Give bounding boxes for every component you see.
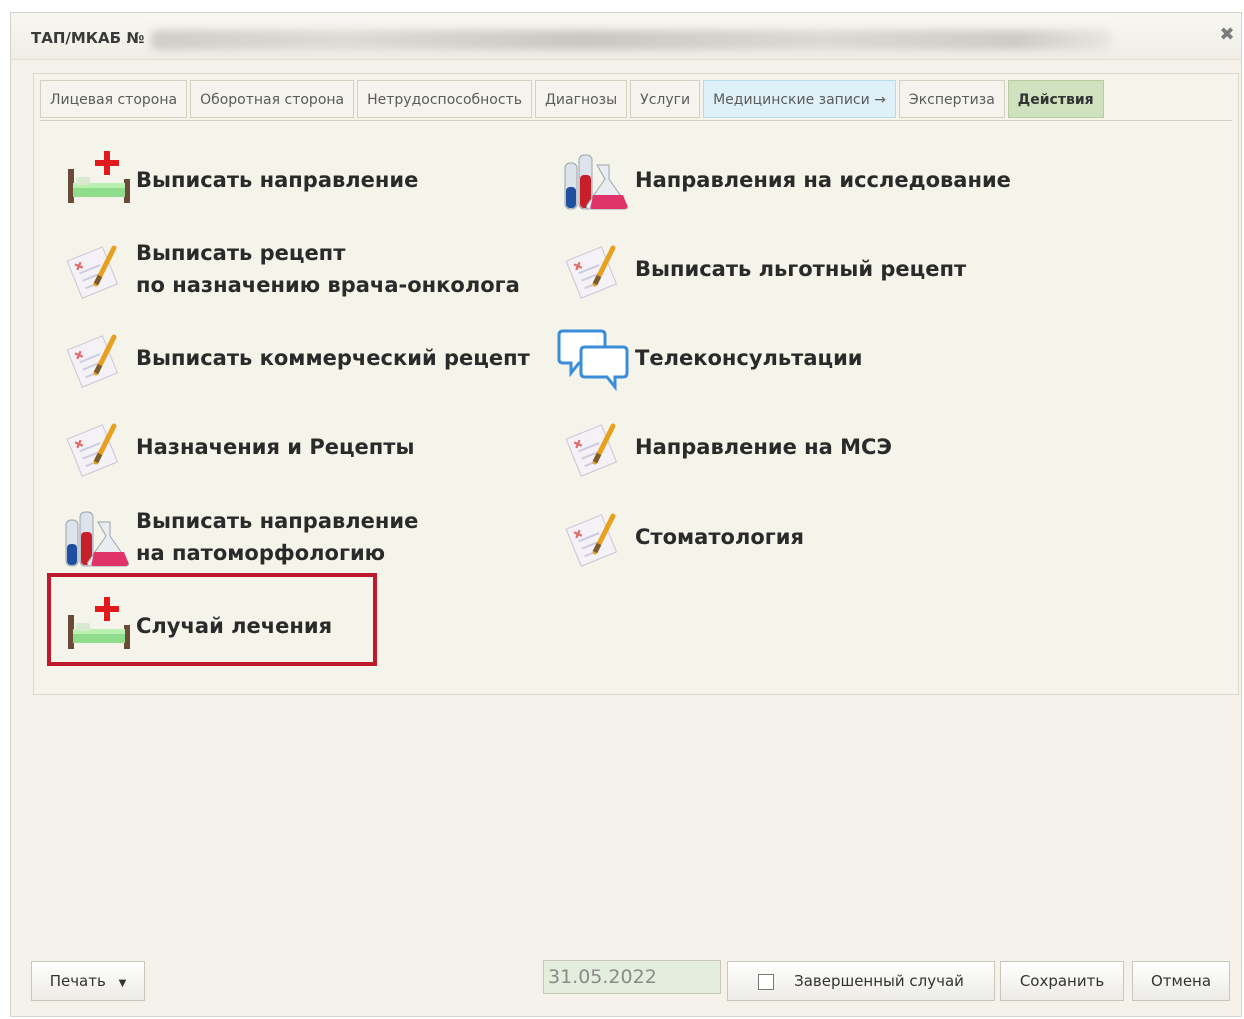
lab-flasks-icon xyxy=(56,502,136,572)
save-button[interactable]: Сохранить xyxy=(1000,961,1124,1001)
action-label-line1: Выписать направление xyxy=(136,509,419,533)
close-icon[interactable]: ✖ xyxy=(1219,26,1235,44)
tab-medical-records[interactable]: Медицинские записи → xyxy=(703,80,896,118)
tab-expertise[interactable]: Экспертиза xyxy=(898,80,1005,118)
action-issue-referral[interactable]: Выписать направление xyxy=(56,145,418,215)
action-label: Выписать направление на патоморфологию xyxy=(136,505,418,569)
tab-bar: Лицевая сторона Оборотная сторона Нетруд… xyxy=(40,80,1104,120)
prescription-icon xyxy=(56,323,136,393)
action-prescriptions[interactable]: Назначения и Рецепты xyxy=(56,412,414,482)
action-commercial-recipe[interactable]: Выписать коммерческий рецепт xyxy=(56,323,530,393)
checkbox-icon[interactable] xyxy=(758,973,775,990)
chevron-down-icon: ▼ xyxy=(118,978,127,989)
action-label: Направления на исследование xyxy=(635,168,1011,192)
title-bar: ТАП/МКАБ № ✖ xyxy=(11,13,1241,60)
tab-actions[interactable]: Действия xyxy=(1007,80,1104,118)
completed-case-label: Завершенный случай xyxy=(794,972,964,990)
tab-disability[interactable]: Нетрудоспособность xyxy=(357,80,532,118)
print-label: Печать xyxy=(49,972,106,990)
action-label: Телеконсультации xyxy=(635,346,863,370)
action-label: Выписать рецепт по назначению врача-онко… xyxy=(136,237,520,301)
action-label: Выписать направление xyxy=(136,168,419,192)
chat-bubbles-icon xyxy=(555,323,635,393)
print-button[interactable]: Печать ▼ xyxy=(31,961,145,1001)
action-label: Стоматология xyxy=(635,525,804,549)
tab-front-side[interactable]: Лицевая сторона xyxy=(40,80,188,118)
prescription-icon xyxy=(555,234,635,304)
action-pathomorphology[interactable]: Выписать направление на патоморфологию xyxy=(56,502,418,572)
prescription-icon xyxy=(56,234,136,304)
prescription-icon xyxy=(555,412,635,482)
action-label-line1: Выписать рецепт xyxy=(136,241,346,265)
footer-bar: Печать ▼ 31.05.2022 Завершенный случай С… xyxy=(10,945,1242,1017)
cancel-button[interactable]: Отмена xyxy=(1132,961,1230,1001)
title-redacted xyxy=(151,30,1111,50)
hospital-bed-icon xyxy=(56,145,136,215)
action-label: Выписать коммерческий рецепт xyxy=(136,346,530,370)
action-research-referrals[interactable]: Направления на исследование xyxy=(555,145,1011,215)
lab-flasks-icon xyxy=(555,145,635,215)
prescription-icon xyxy=(555,502,635,572)
action-label-line2: по назначению врача-онколога xyxy=(136,273,520,297)
action-preferential-recipe[interactable]: Выписать льготный рецепт xyxy=(555,234,966,304)
tab-diagnoses[interactable]: Диагнозы xyxy=(534,80,628,118)
window-title: ТАП/МКАБ № xyxy=(31,29,145,47)
action-label: Направление на МСЭ xyxy=(635,435,892,459)
prescription-icon xyxy=(56,412,136,482)
action-dentistry[interactable]: Стоматология xyxy=(555,502,804,572)
highlight-frame xyxy=(47,573,377,666)
completed-case-checkbox[interactable]: Завершенный случай xyxy=(727,961,995,1001)
tab-back-side[interactable]: Оборотная сторона xyxy=(190,80,355,118)
tab-services[interactable]: Услуги xyxy=(630,80,701,118)
action-label: Выписать льготный рецепт xyxy=(635,257,967,281)
action-oncology-recipe[interactable]: Выписать рецепт по назначению врача-онко… xyxy=(56,234,520,304)
tabs-divider xyxy=(40,120,1232,121)
date-field[interactable]: 31.05.2022 xyxy=(543,960,721,994)
action-label: Назначения и Рецепты xyxy=(136,435,415,459)
action-mse-referral[interactable]: Направление на МСЭ xyxy=(555,412,892,482)
action-label-line2: на патоморфологию xyxy=(136,541,386,565)
action-teleconsultations[interactable]: Телеконсультации xyxy=(555,323,863,393)
